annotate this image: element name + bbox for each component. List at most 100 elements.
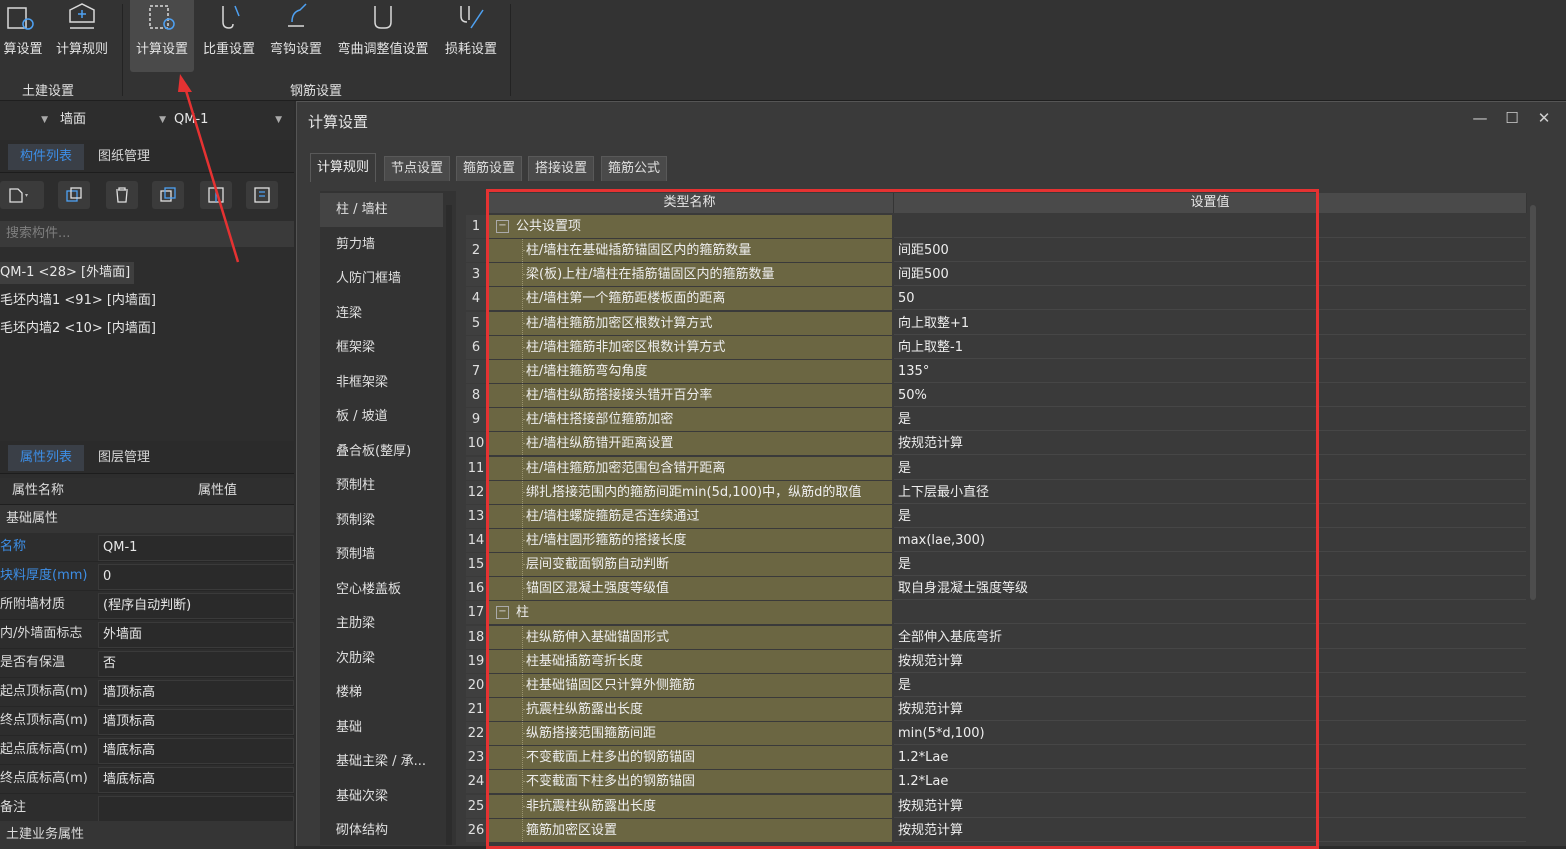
grid-row[interactable]: 25 非抗震柱纵筋露出长度 按规范计算 xyxy=(466,794,1526,819)
grid-row[interactable]: 26 箍筋加密区设置 按规范计算 xyxy=(466,818,1526,843)
grid-row[interactable]: 9 柱/墙柱搭接部位箍筋加密 是 xyxy=(466,408,1526,432)
tab-property-list[interactable]: 属性列表 xyxy=(8,445,85,471)
category-item[interactable]: 砌体结构 xyxy=(320,814,443,848)
delete-button[interactable] xyxy=(106,181,138,209)
category-item[interactable]: 连梁 xyxy=(320,297,443,331)
property-value-field[interactable]: 外墙面 xyxy=(98,622,294,648)
row-setting-value[interactable]: 间距500 xyxy=(894,263,1526,287)
category-item[interactable]: 楼梯 xyxy=(320,676,443,710)
collapse-icon[interactable]: − xyxy=(496,606,509,620)
grid-row[interactable]: 12 绑扎搭接范围内的箍筋间距min(5d,100)中，纵筋d的取值 上下层最小直径 xyxy=(466,480,1526,505)
tab-stirrup-settings[interactable]: 箍筋设置 xyxy=(456,156,523,181)
category-item[interactable]: 基础次梁 xyxy=(320,780,443,814)
row-setting-value[interactable]: 全部伸入基底弯折 xyxy=(894,625,1526,649)
property-value-field[interactable] xyxy=(98,796,294,822)
grid-row[interactable]: 16 锚固区混凝土强度等级值 取自身混凝土强度等级 xyxy=(466,577,1526,601)
row-setting-value[interactable]: 按规范计算 xyxy=(894,698,1526,721)
grid-row[interactable]: 3 梁(板)上柱/墙柱在插筋锚固区内的箍筋数量 间距500 xyxy=(466,263,1526,287)
row-setting-value[interactable]: 向上取整-1 xyxy=(894,335,1526,359)
grid-row[interactable]: 6 柱/墙柱箍筋非加密区根数计算方式 向上取整-1 xyxy=(466,335,1526,360)
grid-row[interactable]: 20 柱基础锚固区只计算外侧箍筋 是 xyxy=(466,673,1526,698)
category-item[interactable]: 剪力墙 xyxy=(320,228,443,262)
maximize-button[interactable]: ☐ xyxy=(1502,108,1522,128)
row-setting-value[interactable]: 是 xyxy=(894,504,1526,528)
component-item[interactable]: QM-1 <28> [外墙面] xyxy=(0,262,135,284)
copy-button[interactable] xyxy=(58,181,90,209)
tab-drawing-management[interactable]: 图纸管理 xyxy=(86,144,162,170)
new-component-button[interactable] xyxy=(0,181,44,209)
category-item[interactable]: 预制柱 xyxy=(320,469,443,503)
row-setting-value[interactable]: 是 xyxy=(894,456,1526,480)
civil-calc-settings-button[interactable]: 算设置 xyxy=(0,0,46,72)
row-setting-value[interactable]: 是 xyxy=(894,553,1526,577)
grid-row[interactable]: 14 柱/墙柱圆形箍筋的搭接长度 max(lae,300) xyxy=(466,528,1526,553)
tab-layer-management[interactable]: 图层管理 xyxy=(86,445,162,471)
category-item[interactable]: 非框架梁 xyxy=(320,366,443,400)
category-item[interactable]: 基础 xyxy=(320,711,443,745)
grid-row[interactable]: 22 纵筋搭接范围箍筋间距 min(5*d,100) xyxy=(466,722,1526,746)
tab-component-list[interactable]: 构件列表 xyxy=(8,144,85,170)
loss-settings-button[interactable]: 损耗设置 xyxy=(440,0,502,72)
row-setting-value[interactable]: 135° xyxy=(894,359,1526,383)
grid-group-row[interactable]: 1− 公共设置项 xyxy=(466,215,1526,239)
category-item[interactable]: 人防门框墙 xyxy=(320,262,443,296)
category-item[interactable]: 板 / 坡道 xyxy=(320,400,443,434)
grid-row[interactable]: 4 柱/墙柱第一个箍筋距楼板面的距离 50 xyxy=(466,287,1526,311)
row-setting-value[interactable]: 是 xyxy=(894,408,1526,432)
grid-group-row[interactable]: 17− 柱 xyxy=(466,601,1526,625)
grid-row[interactable]: 23 不变截面上柱多出的钢筋锚固 1.2*Lae xyxy=(466,746,1526,770)
grid-row[interactable]: 19 柱基础插筋弯折长度 按规范计算 xyxy=(466,649,1526,674)
grid-row[interactable]: 13 柱/墙柱螺旋箍筋是否连续通过 是 xyxy=(466,504,1526,529)
category-item[interactable]: 次肋梁 xyxy=(320,642,443,676)
tab-node-settings[interactable]: 节点设置 xyxy=(384,156,451,181)
calc-rules-button[interactable]: 计算规则 xyxy=(52,0,112,72)
row-setting-value[interactable]: 按规范计算 xyxy=(894,818,1526,842)
category-item[interactable]: 柱 / 墙柱 xyxy=(320,193,443,227)
rebar-calc-settings-button[interactable]: 计算设置 xyxy=(130,0,194,72)
row-setting-value[interactable] xyxy=(894,601,1526,625)
combo-type[interactable]: 墙面 ▼ xyxy=(58,108,170,132)
component-item[interactable]: 毛坯内墙1 <91> [内墙面] xyxy=(0,290,160,312)
row-setting-value[interactable] xyxy=(894,215,1526,238)
property-value-field[interactable]: (程序自动判断) xyxy=(98,593,294,619)
row-setting-value[interactable]: 按规范计算 xyxy=(894,649,1526,673)
grid-row[interactable]: 10 柱/墙柱纵筋错开距离设置 按规范计算 xyxy=(466,432,1526,456)
minimize-button[interactable]: — xyxy=(1470,108,1490,128)
grid-row[interactable]: 24 不变截面下柱多出的钢筋锚固 1.2*Lae xyxy=(466,770,1526,794)
grid-row[interactable]: 5 柱/墙柱箍筋加密区根数计算方式 向上取整+1 xyxy=(466,311,1526,336)
row-setting-value[interactable]: 1.2*Lae xyxy=(894,770,1526,794)
row-setting-value[interactable]: 50% xyxy=(894,384,1526,408)
property-value-field[interactable]: 墙顶标高 xyxy=(98,680,294,706)
row-setting-value[interactable]: min(5*d,100) xyxy=(894,722,1526,746)
collapse-icon[interactable]: − xyxy=(496,220,509,233)
category-item[interactable]: 主肋梁 xyxy=(320,607,443,641)
grid-row[interactable]: 11 柱/墙柱箍筋加密范围包含错开距离 是 xyxy=(466,456,1526,481)
row-setting-value[interactable]: 50 xyxy=(894,287,1526,311)
property-value-field[interactable]: 0 xyxy=(98,564,294,590)
property-value-field[interactable]: 墙顶标高 xyxy=(98,709,294,735)
row-setting-value[interactable]: 按规范计算 xyxy=(894,432,1526,456)
grid-scrollbar[interactable] xyxy=(1530,205,1536,600)
grid-row[interactable]: 18 柱纵筋伸入基础锚固形式 全部伸入基底弯折 xyxy=(466,625,1526,650)
close-button[interactable]: ✕ xyxy=(1534,108,1554,128)
row-setting-value[interactable]: 按规范计算 xyxy=(894,794,1526,818)
row-setting-value[interactable]: 向上取整+1 xyxy=(894,311,1526,335)
row-setting-value[interactable]: 1.2*Lae xyxy=(894,746,1526,770)
grid-row[interactable]: 7 柱/墙柱箍筋弯勾角度 135° xyxy=(466,359,1526,384)
tab-calc-rules[interactable]: 计算规则 xyxy=(310,153,377,182)
category-scrollbar[interactable] xyxy=(446,205,452,845)
row-setting-value[interactable]: 是 xyxy=(894,673,1526,697)
property-value-field[interactable]: 否 xyxy=(98,651,294,677)
category-item[interactable]: 叠合板(整厚) xyxy=(320,435,443,469)
grid-row[interactable]: 15 层间变截面钢筋自动判断 是 xyxy=(466,553,1526,577)
component-item[interactable]: 毛坯内墙2 <10> [内墙面] xyxy=(0,318,160,340)
property-value-field[interactable]: QM-1 xyxy=(98,535,294,561)
row-setting-value[interactable]: 间距500 xyxy=(894,239,1526,263)
hook-settings-button[interactable]: 弯钩设置 xyxy=(264,0,328,72)
category-item[interactable]: 空心楼盖板 xyxy=(320,573,443,607)
bend-adjust-button[interactable]: 弯曲调整值设置 xyxy=(332,0,434,72)
tab-lap-settings[interactable]: 搭接设置 xyxy=(528,156,595,181)
grid-row[interactable]: 2 柱/墙柱在基础插筋锚固区内的箍筋数量 间距500 xyxy=(466,239,1526,263)
tab-stirrup-formula[interactable]: 箍筋公式 xyxy=(601,156,668,181)
property-value-field[interactable]: 墙底标高 xyxy=(98,738,294,764)
